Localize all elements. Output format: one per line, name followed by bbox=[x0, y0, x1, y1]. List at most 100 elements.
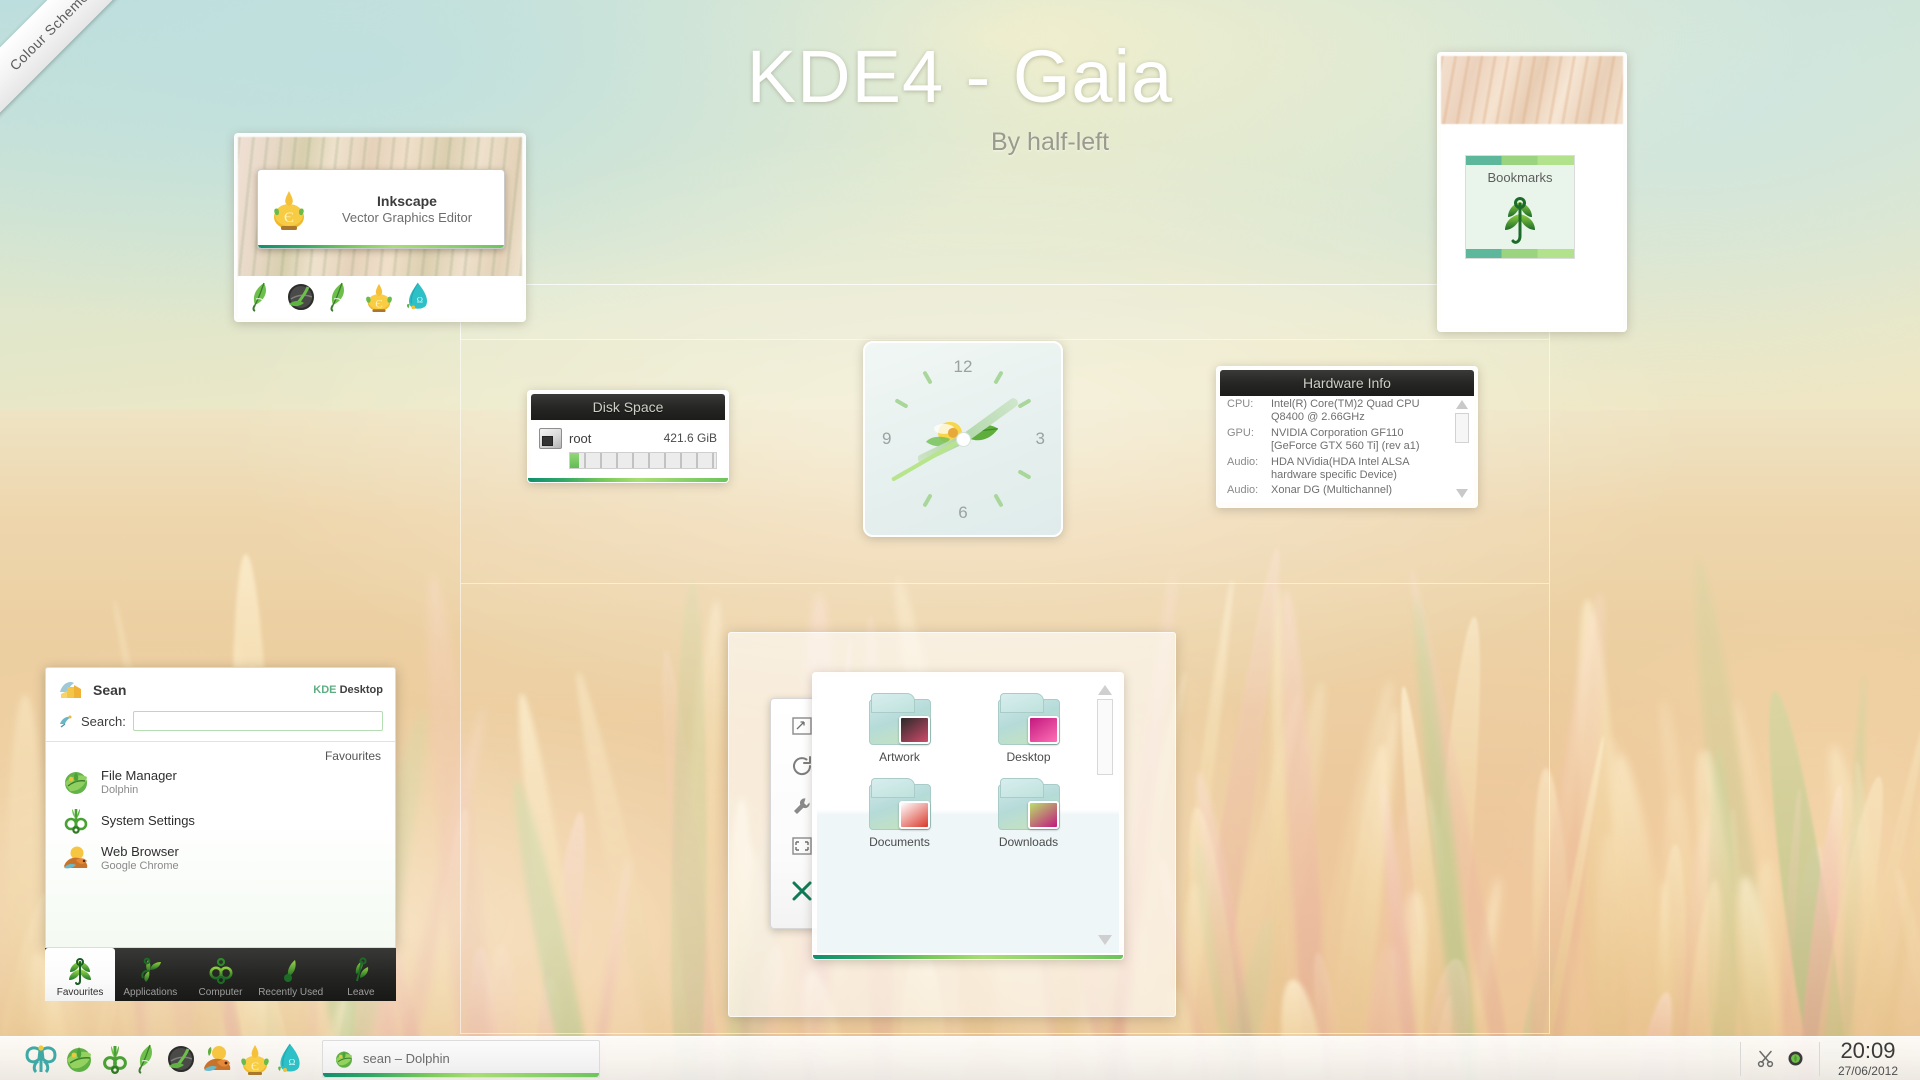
svg-text:Є: Є bbox=[284, 210, 294, 226]
kickoff-tab-computer[interactable]: Computer bbox=[185, 948, 255, 1001]
computer-leaf-icon bbox=[206, 957, 236, 985]
folder-item-label: Documents bbox=[869, 835, 930, 849]
butterfly-menu-icon[interactable] bbox=[24, 1044, 58, 1074]
hardware-info-row: CPU: Intel(R) Core(TM)2 Quad CPU Q8400 @ … bbox=[1220, 396, 1474, 425]
kickoff-favourite-item[interactable]: System Settings bbox=[46, 801, 395, 839]
klipper-scissors-icon[interactable] bbox=[1757, 1050, 1775, 1068]
folder-view-scrollbar[interactable] bbox=[1097, 685, 1114, 945]
scroll-down-arrow-icon[interactable] bbox=[1098, 935, 1112, 945]
bookmarks-body: Bookmarks bbox=[1441, 125, 1623, 328]
kickoff-application-launcher[interactable]: Sean KDE Desktop Search: Favourites File… bbox=[45, 667, 396, 1001]
scrollbar-thumb[interactable] bbox=[1455, 413, 1469, 443]
search-input[interactable] bbox=[132, 711, 383, 731]
scroll-down-arrow-icon[interactable] bbox=[1456, 489, 1468, 498]
folder-view-widget[interactable]: Artwork Desktop Documents Downloads bbox=[812, 672, 1124, 960]
bookmarks-photo-header bbox=[1441, 56, 1623, 124]
clock-tick bbox=[922, 370, 933, 385]
kickoff-favourite-title: System Settings bbox=[101, 812, 195, 828]
globe-leaf-icon[interactable] bbox=[286, 282, 316, 312]
kickoff-favourite-item[interactable]: Web Browser Google Chrome bbox=[46, 839, 395, 877]
hardware-info-key: Audio: bbox=[1227, 455, 1259, 468]
taskbar-task-entry[interactable]: sean – Dolphin bbox=[322, 1039, 600, 1078]
inkscape-launcher-panel[interactable]: Є Inkscape Vector Graphics Editor ЄΩ bbox=[234, 133, 526, 322]
hardware-info-body: CPU: Intel(R) Core(TM)2 Quad CPU Q8400 @ … bbox=[1220, 396, 1474, 502]
folder-downloads-icon bbox=[997, 778, 1060, 830]
kickoff-tab-applications[interactable]: Applications bbox=[115, 948, 185, 1001]
taskbar-launchers[interactable]: ЄΩ bbox=[0, 1043, 304, 1075]
inkscape-tooltip-card[interactable]: Є Inkscape Vector Graphics Editor bbox=[257, 169, 505, 249]
clock-center-cap bbox=[955, 431, 971, 447]
inkscape-icon: Є bbox=[268, 187, 310, 231]
folder-view-contents: Artwork Desktop Documents Downloads bbox=[817, 677, 1119, 953]
favourites-leaf-icon bbox=[65, 957, 95, 985]
kickoff-favourite-text: File Manager Dolphin bbox=[101, 768, 177, 796]
tile-stripe-top bbox=[1466, 156, 1574, 165]
hardware-info-key: GPU: bbox=[1227, 426, 1254, 439]
hardware-info-title: Hardware Info bbox=[1220, 370, 1474, 396]
clock-tick bbox=[894, 398, 909, 409]
leaf-icon[interactable] bbox=[247, 282, 277, 312]
search-icon bbox=[58, 714, 74, 728]
kickoff-tab-favourites[interactable]: Favourites bbox=[45, 948, 116, 1001]
digital-clock[interactable]: 20:09 27/06/2012 bbox=[1820, 1039, 1920, 1078]
kickoff-header: Sean KDE Desktop bbox=[46, 668, 395, 702]
hardware-info-widget[interactable]: Hardware Info CPU: Intel(R) Core(TM)2 Qua… bbox=[1216, 366, 1478, 508]
kickoff-favourite-title: Web Browser bbox=[101, 844, 179, 859]
dolphin-leaf-icon[interactable] bbox=[64, 1044, 94, 1074]
folder-item-label: Artwork bbox=[879, 750, 920, 764]
folder-item[interactable]: Documents bbox=[835, 778, 964, 849]
kickoff-tab-bar[interactable]: Favourites Applications Computer Recently U… bbox=[45, 948, 396, 1001]
folder-emblem bbox=[1027, 716, 1059, 744]
folder-item[interactable]: Artwork bbox=[835, 693, 964, 764]
droplet-leaf-icon[interactable]: Ω bbox=[403, 282, 433, 312]
accent-underline bbox=[323, 1072, 599, 1077]
folder-item[interactable]: Desktop bbox=[964, 693, 1093, 764]
tile-stripe-bottom bbox=[1466, 249, 1574, 258]
leaf-icon[interactable] bbox=[136, 1044, 160, 1074]
dolphin-leaf-icon bbox=[62, 768, 90, 796]
scroll-up-arrow-icon[interactable] bbox=[1456, 400, 1468, 409]
kickoff-tab-recently-used[interactable]: Recently Used bbox=[256, 948, 326, 1001]
folder-item-label: Downloads bbox=[998, 835, 1059, 849]
wheat-leaf-icon bbox=[1491, 192, 1549, 250]
inkscape-dock-row[interactable]: ЄΩ bbox=[238, 276, 522, 318]
hardware-info-key: CPU: bbox=[1227, 398, 1254, 410]
updates-green-icon[interactable] bbox=[1788, 1051, 1803, 1066]
analog-clock-widget[interactable]: 12 3 6 9 bbox=[863, 341, 1063, 537]
kickoff-favourites-list[interactable]: File Manager Dolphin System Settings Web Br… bbox=[46, 763, 395, 877]
kickoff-tab-label: Computer bbox=[198, 987, 243, 998]
folder-item-grid[interactable]: Artwork Desktop Documents Downloads bbox=[817, 677, 1119, 849]
taskbar-panel[interactable]: ЄΩ sean – Dolphin 20:09 27/06/2012 bbox=[0, 1036, 1920, 1080]
system-tray-icons[interactable] bbox=[1739, 1041, 1820, 1076]
system-tray[interactable]: 20:09 27/06/2012 bbox=[1739, 1037, 1920, 1080]
firefox-fox-icon[interactable] bbox=[202, 1044, 234, 1074]
clock-tick bbox=[1017, 469, 1032, 480]
kickoff-tab-label: Recently Used bbox=[258, 987, 324, 998]
bookmarks-label: Bookmarks bbox=[1487, 170, 1553, 185]
disk-usage-bar bbox=[569, 452, 717, 469]
scroll-up-arrow-icon[interactable] bbox=[1098, 685, 1112, 695]
kickoff-tab-label: Leave bbox=[347, 987, 375, 998]
hardware-info-scrollbar[interactable] bbox=[1455, 400, 1470, 498]
kickoff-favourite-item[interactable]: File Manager Dolphin bbox=[46, 763, 395, 801]
kickoff-tab-leave[interactable]: Leave bbox=[326, 948, 396, 1001]
inkscape-leaf-icon[interactable]: Є bbox=[364, 282, 394, 312]
bookmarks-widget[interactable]: Bookmarks bbox=[1437, 52, 1627, 332]
kickoff-favourite-title: File Manager bbox=[101, 768, 177, 783]
clock-tick bbox=[1017, 398, 1032, 409]
folder-item[interactable]: Downloads bbox=[964, 778, 1093, 849]
droplet-leaf-icon[interactable]: Ω bbox=[276, 1043, 304, 1075]
scrollbar-thumb[interactable] bbox=[1097, 699, 1113, 775]
svg-text:Ω: Ω bbox=[417, 295, 423, 305]
hardware-info-value: Xonar DG (Multichannel) bbox=[1271, 484, 1393, 497]
inkscape-leaf-icon[interactable]: Є bbox=[240, 1043, 270, 1075]
globe-leaf-icon[interactable] bbox=[166, 1044, 196, 1074]
bookmarks-tile[interactable]: Bookmarks bbox=[1465, 155, 1575, 259]
firefox-leaf-icon[interactable] bbox=[325, 282, 355, 312]
disk-space-widget[interactable]: Disk Space root 421.6 GiB bbox=[527, 390, 729, 483]
kickoff-search-row[interactable]: Search: bbox=[46, 702, 395, 731]
accent-underline bbox=[258, 245, 504, 248]
system-settings-leaf-icon[interactable] bbox=[100, 1044, 130, 1074]
taskbar-task-area[interactable]: sean – Dolphin bbox=[322, 1039, 600, 1078]
kickoff-panel: Sean KDE Desktop Search: Favourites File… bbox=[45, 667, 396, 948]
